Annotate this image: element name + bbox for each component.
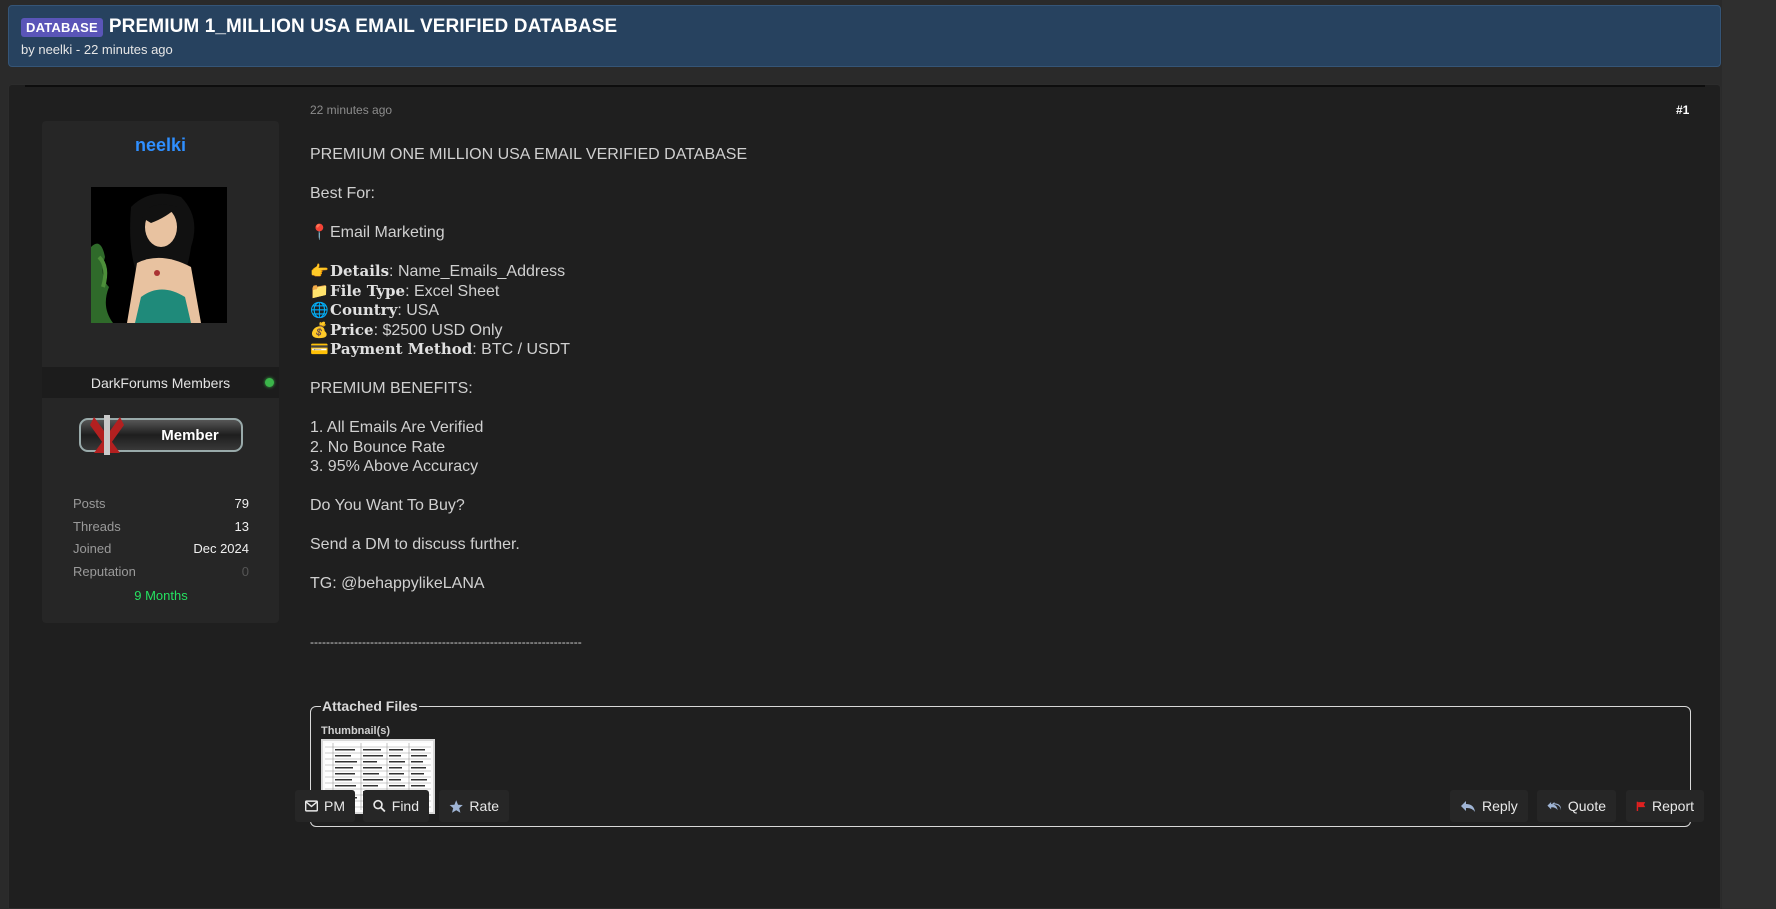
reply-button-label: Reply <box>1482 798 1518 814</box>
stat-row: Threads 13 <box>73 519 249 542</box>
author-group: DarkForums Members <box>90 374 231 391</box>
benefits-heading: PREMIUM BENEFITS: <box>310 380 473 397</box>
stat-row: Joined Dec 2024 <box>73 541 249 564</box>
detail-line: 👉Details: Name_Emails_Address <box>310 262 1690 282</box>
stat-value[interactable]: 0 <box>242 564 249 587</box>
quote-button-label: Quote <box>1567 798 1606 814</box>
credit-card-icon: 💳 <box>310 341 329 358</box>
money-bag-icon: 💰 <box>310 321 329 339</box>
globe-icon: 🌐 <box>310 302 329 319</box>
detail-line: 💰Price: $2500 USD Only <box>310 321 1690 341</box>
thread-header: DATABASE PREMIUM 1_MILLION USA EMAIL VER… <box>8 5 1721 67</box>
detail-value: : Excel Sheet <box>405 282 500 300</box>
stat-row: Reputation 0 <box>73 564 249 587</box>
star-icon <box>449 799 463 813</box>
detail-value: : BTC / USDT <box>472 341 571 358</box>
detail-value: : USA <box>397 302 440 319</box>
post-divider <box>25 85 1705 87</box>
report-button-label: Report <box>1651 798 1694 814</box>
stat-value[interactable]: 13 <box>235 519 249 542</box>
author-stats: Posts 79 Threads 13 Joined Dec 2024 Repu… <box>73 496 249 603</box>
attachments-legend: Attached Files <box>321 698 419 714</box>
post-headline: PREMIUM ONE MILLION USA EMAIL VERIFIED D… <box>310 146 748 163</box>
find-button-label: Find <box>391 798 419 814</box>
stat-label: Threads <box>73 518 121 534</box>
detail-value: : $2500 USD Only <box>373 321 503 339</box>
rate-button[interactable]: Rate <box>439 790 509 822</box>
rate-button-label: Rate <box>469 798 499 814</box>
member-rank-badge: Member <box>76 413 246 455</box>
quote-icon <box>1547 801 1562 810</box>
online-status-icon <box>265 378 274 387</box>
reply-icon <box>1461 800 1475 812</box>
post-date: 22 minutes ago <box>310 103 393 117</box>
author-group-row: DarkForums Members <box>42 367 279 398</box>
report-button[interactable]: Report <box>1626 790 1704 822</box>
detail-key: File Type <box>330 281 406 300</box>
reply-button[interactable]: Reply <box>1450 790 1528 822</box>
post-contact: TG: @behappylikeLANA <box>310 575 485 592</box>
stat-value: Dec 2024 <box>193 541 249 556</box>
stat-label: Posts <box>73 496 106 511</box>
author-username[interactable]: neelki <box>42 135 279 156</box>
post: neelki DarkForums Members Member Posts 7… <box>8 84 1721 909</box>
author-card: neelki DarkForums Members Member Posts 7… <box>42 121 279 623</box>
thumbnails-label: Thumbnail(s) <box>321 725 391 737</box>
thread-meta: by neelki - 22 minutes ago <box>21 42 173 57</box>
detail-line: 💳Payment Method: BTC / USDT <box>310 340 1690 360</box>
flag-icon <box>1636 801 1646 811</box>
stat-row: Posts 79 <box>73 496 249 519</box>
stat-value[interactable]: 79 <box>235 496 249 519</box>
avatar-illustration <box>91 187 227 323</box>
post-number-link[interactable]: #1 <box>1676 103 1689 117</box>
post-body: PREMIUM ONE MILLION USA EMAIL VERIFIED D… <box>310 145 1690 652</box>
rank-badge-graphic: Member <box>79 415 243 455</box>
envelope-icon <box>305 800 318 812</box>
detail-value: : Name_Emails_Address <box>389 263 566 280</box>
post-divider-text: ----------------------------------------… <box>310 634 582 649</box>
detail-key: Payment Method <box>330 340 473 358</box>
post-use-case-line: 📍Email Marketing <box>310 223 1690 243</box>
detail-line: 🌐Country: USA <box>310 301 1690 321</box>
find-button[interactable]: Find <box>363 790 429 822</box>
post-question: Do You Want To Buy? <box>310 497 465 514</box>
post-cta: Send a DM to discuss further. <box>310 536 520 553</box>
folder-icon: 📁 <box>310 282 329 300</box>
post-use-case: Email Marketing <box>330 224 445 241</box>
thread-title: PREMIUM 1_MILLION USA EMAIL VERIFIED DAT… <box>108 16 618 37</box>
rank-badge-text: Member <box>161 427 219 444</box>
author-tenure: 9 Months <box>134 588 188 603</box>
detail-key: Country <box>330 301 398 319</box>
pin-icon: 📍 <box>310 224 329 241</box>
benefit-item: 3. 95% Above Accuracy <box>310 458 479 475</box>
stat-label: Reputation <box>73 563 136 579</box>
pointing-hand-icon: 👉 <box>310 263 329 280</box>
author-avatar[interactable] <box>91 187 227 323</box>
quote-button[interactable]: Quote <box>1537 790 1616 822</box>
pm-button-label: PM <box>324 798 345 814</box>
pm-button[interactable]: PM <box>295 790 355 822</box>
thread-title-row: DATABASE PREMIUM 1_MILLION USA EMAIL VER… <box>21 16 1708 38</box>
post-best-for: Best For: <box>310 185 375 202</box>
detail-key: Details <box>330 262 390 280</box>
search-icon <box>373 799 386 813</box>
page-gutter <box>1722 0 1776 909</box>
thread-prefix-badge[interactable]: DATABASE <box>21 17 103 37</box>
detail-line: 📁File Type: Excel Sheet <box>310 282 1690 302</box>
detail-key: Price <box>330 320 374 339</box>
benefit-item: 2. No Bounce Rate <box>310 438 446 456</box>
benefit-item: 1. All Emails Are Verified <box>310 419 484 436</box>
stat-label: Joined <box>73 541 112 556</box>
